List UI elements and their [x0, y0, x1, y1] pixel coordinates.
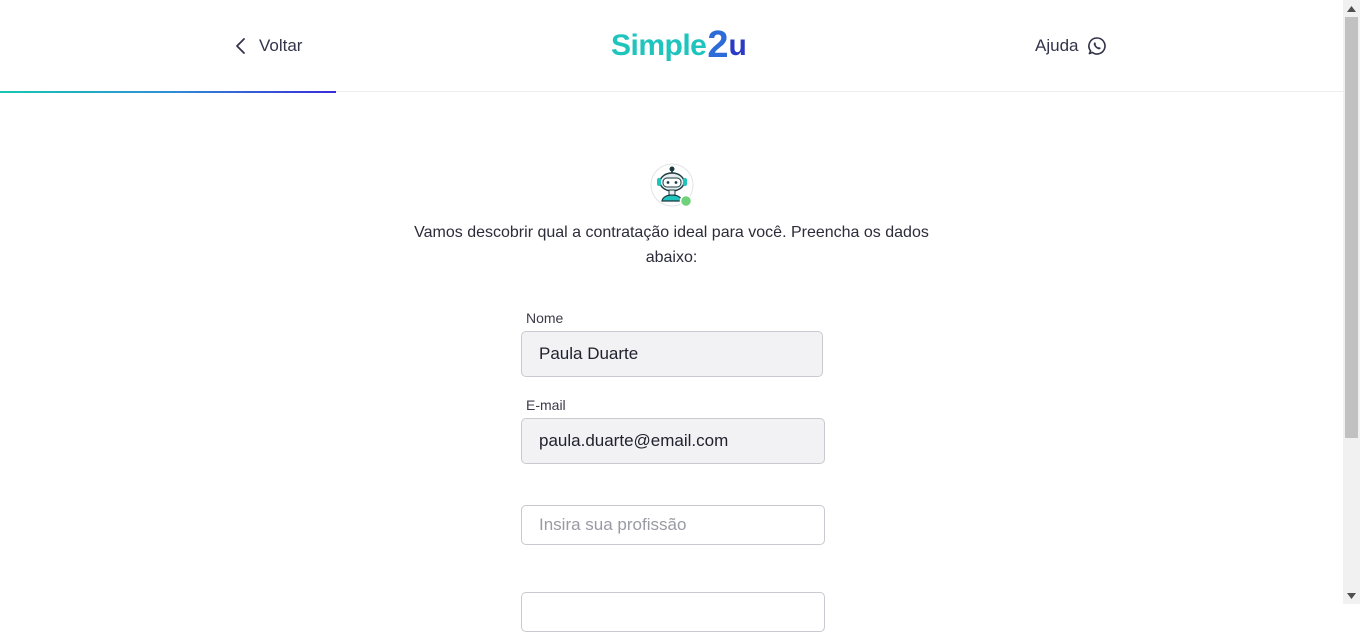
name-input[interactable] [521, 331, 823, 377]
name-label: Nome [526, 310, 564, 326]
assistant-avatar [650, 163, 694, 209]
help-label: Ajuda [1035, 36, 1079, 55]
back-button[interactable]: Voltar [234, 34, 302, 58]
email-input[interactable] [521, 418, 825, 464]
scroll-down-icon[interactable] [1343, 587, 1360, 604]
back-label: Voltar [259, 36, 303, 55]
top-header: Voltar Simple 2 u Ajuda [0, 0, 1343, 92]
chevron-left-icon [236, 38, 245, 54]
progress-bar-fill [0, 91, 336, 93]
simple2u-logo: Simple 2 u [611, 24, 747, 66]
intro-text: Vamos descobrir qual a contratação ideal… [414, 224, 929, 266]
vertical-scrollbar[interactable] [1343, 0, 1360, 604]
scrollbar-thumb[interactable] [1345, 17, 1358, 438]
robot-assistant-icon [650, 163, 694, 208]
whatsapp-icon [1088, 37, 1107, 55]
progress-bar [0, 91, 1343, 93]
profession-input[interactable] [521, 505, 825, 545]
next-field-input[interactable] [521, 592, 825, 632]
help-button[interactable]: Ajuda [1035, 34, 1107, 58]
email-label: E-mail [526, 397, 566, 413]
scroll-up-icon[interactable] [1343, 0, 1360, 17]
